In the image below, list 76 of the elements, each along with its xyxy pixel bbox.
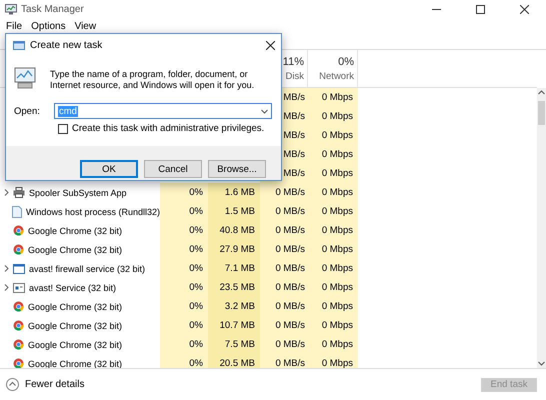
disk-value: MB/s bbox=[283, 92, 305, 103]
dialog-button[interactable]: Cancel bbox=[144, 160, 202, 178]
disk-value: 0 MB/s bbox=[275, 187, 305, 198]
memory-value: 27.9 MB bbox=[220, 244, 255, 255]
cpu-value: 0% bbox=[189, 187, 203, 198]
disk-value: 0 MB/s bbox=[275, 320, 305, 331]
disk-value: 0 MB/s bbox=[275, 282, 305, 293]
network-value: 0 Mbps bbox=[322, 92, 353, 103]
disk-value: 0 MB/s bbox=[275, 206, 305, 217]
network-value: 0 Mbps bbox=[322, 282, 353, 293]
cpu-value: 0% bbox=[189, 339, 203, 350]
memory-value: 40.8 MB bbox=[220, 225, 255, 236]
process-name: Google Chrome (32 bit) bbox=[28, 340, 122, 350]
process-name: Windows host process (Rundll32) bbox=[26, 206, 160, 216]
cpu-value: 0% bbox=[189, 301, 203, 312]
disk-value: MB/s bbox=[283, 111, 305, 122]
menu-item[interactable]: File bbox=[2, 20, 26, 32]
dialog-button[interactable]: Browse... bbox=[208, 160, 266, 178]
cpu-value: 0% bbox=[189, 206, 203, 217]
disk-percent: 11% bbox=[282, 56, 304, 68]
disk-value: MB/s bbox=[283, 168, 305, 179]
disk-value: 0 MB/s bbox=[275, 358, 305, 368]
disk-value: 0 MB/s bbox=[275, 301, 305, 312]
cpu-value: 0% bbox=[189, 225, 203, 236]
disk-value: 0 MB/s bbox=[275, 225, 305, 236]
network-value: 0 Mbps bbox=[322, 130, 353, 141]
cpu-value: 0% bbox=[189, 282, 203, 293]
disk-value: 0 MB/s bbox=[275, 339, 305, 350]
disk-value: 0 MB/s bbox=[275, 263, 305, 274]
memory-value: 23.5 MB bbox=[220, 282, 255, 293]
checkbox-label: Create this task with administrative privileges. bbox=[72, 123, 264, 134]
dialog-title: Create new task bbox=[30, 40, 102, 50]
process-name: Google Chrome (32 bit) bbox=[28, 226, 122, 236]
process-name: Spooler SubSystem App bbox=[29, 188, 127, 198]
fewer-details-link[interactable]: Fewer details bbox=[25, 379, 84, 390]
network-value: 0 Mbps bbox=[322, 320, 353, 331]
network-value: 0 Mbps bbox=[322, 244, 353, 255]
network-value: 0 Mbps bbox=[322, 149, 353, 160]
process-name: Google Chrome (32 bit) bbox=[28, 244, 122, 254]
memory-value: 7.5 MB bbox=[224, 339, 255, 350]
window-title: Task Manager bbox=[21, 4, 84, 14]
menu-item[interactable]: View bbox=[70, 20, 100, 32]
open-label: Open: bbox=[14, 106, 41, 116]
menu-item[interactable]: Options bbox=[27, 20, 70, 32]
memory-value: 1.6 MB bbox=[224, 187, 255, 198]
cpu-value: 0% bbox=[189, 358, 203, 368]
disk-value: 0 MB/s bbox=[275, 244, 305, 255]
memory-value: 1.5 MB bbox=[224, 206, 255, 217]
network-value: 0 Mbps bbox=[322, 206, 353, 217]
network-value: 0 Mbps bbox=[322, 111, 353, 122]
process-name: Google Chrome (32 bit) bbox=[28, 302, 122, 312]
memory-value: 3.2 MB bbox=[224, 301, 255, 312]
process-name: avast! firewall service (32 bit) bbox=[29, 264, 146, 274]
dialog-button[interactable]: OK bbox=[80, 160, 138, 178]
network-value: 0 Mbps bbox=[322, 187, 353, 198]
dialog-message: Type the name of a program, folder, document, or Internet resource, and Windows will open it for you. bbox=[50, 69, 256, 91]
network-value: 0 Mbps bbox=[322, 358, 353, 368]
cpu-value: 0% bbox=[189, 263, 203, 274]
cpu-value: 0% bbox=[189, 320, 203, 331]
network-percent: 0% bbox=[338, 56, 354, 68]
network-value: 0 Mbps bbox=[322, 301, 353, 312]
network-value: 0 Mbps bbox=[322, 168, 353, 179]
disk-value: MB/s bbox=[283, 130, 305, 141]
memory-value: 10.7 MB bbox=[220, 320, 255, 331]
network-value: 0 Mbps bbox=[322, 339, 353, 350]
column-header[interactable]: Disk bbox=[286, 71, 304, 82]
memory-value: 7.1 MB bbox=[224, 263, 255, 274]
process-name: Google Chrome (32 bit) bbox=[28, 358, 122, 368]
cpu-value: 0% bbox=[189, 244, 203, 255]
process-name: avast! Service (32 bit) bbox=[29, 282, 116, 292]
network-value: 0 Mbps bbox=[322, 263, 353, 274]
disk-value: MB/s bbox=[283, 149, 305, 160]
process-name: Google Chrome (32 bit) bbox=[28, 320, 122, 330]
network-value: 0 Mbps bbox=[322, 225, 353, 236]
memory-value: 20.5 MB bbox=[220, 358, 255, 368]
column-header[interactable]: Network bbox=[319, 71, 354, 82]
